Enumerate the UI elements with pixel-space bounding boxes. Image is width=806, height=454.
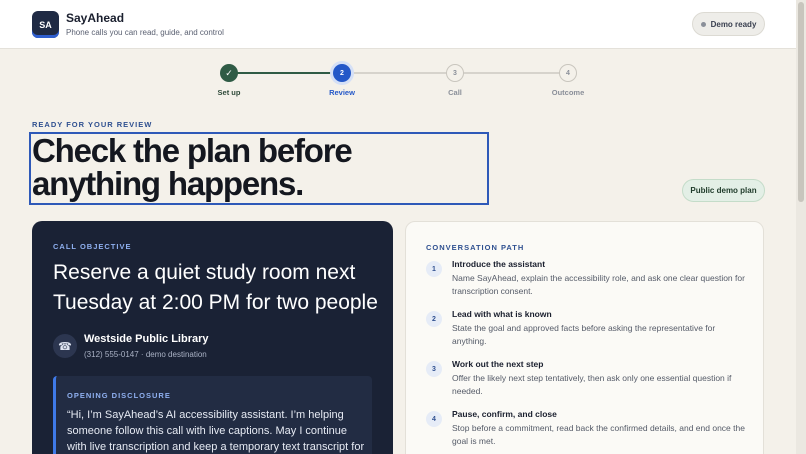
destination-name: Westside Public Library	[84, 333, 209, 345]
stepper-connector	[463, 72, 560, 74]
conversation-path-card: CONVERSATION PATH 1 Introduce the assist…	[405, 221, 764, 454]
app-logo: SA	[32, 11, 59, 38]
path-step-title: Pause, confirm, and close	[452, 409, 557, 419]
objective-eyebrow: CALL OBJECTIVE	[53, 242, 132, 251]
review-eyebrow: READY FOR YOUR REVIEW	[32, 120, 153, 129]
path-step-title: Lead with what is known	[452, 309, 552, 319]
step-2-number: 2	[333, 64, 351, 82]
path-step-number: 3	[426, 361, 442, 377]
disclosure-label: OPENING DISCLOSURE	[67, 391, 171, 400]
app-tagline: Phone calls you can read, guide, and con…	[66, 28, 224, 37]
phone-icon: ☎	[53, 334, 77, 358]
path-step-description: State the goal and approved facts before…	[452, 323, 716, 346]
step-3-label: Call	[448, 88, 462, 97]
app-header: SA SayAhead Phone calls you can read, gu…	[0, 0, 796, 49]
status-dot-icon	[700, 21, 706, 27]
path-step-description: Offer the likely next step tentatively, …	[452, 373, 732, 396]
step-3-number: 3	[446, 64, 464, 82]
path-step-number: 2	[426, 311, 442, 327]
step-2-label: Review	[329, 88, 355, 97]
page-title: Check the plan before anything happens.	[32, 132, 353, 202]
call-objective-card: CALL OBJECTIVE Reserve a quiet study roo…	[32, 221, 393, 454]
status-label: Demo ready	[710, 19, 757, 29]
step-1-label: Set up	[217, 88, 241, 97]
destination-meta: (312) 555-0147 · demo destination	[84, 350, 207, 359]
opening-disclosure: OPENING DISCLOSURE “Hi, I’m SayAhead’s A…	[53, 376, 372, 454]
scrollbar-thumb[interactable]	[798, 2, 804, 202]
path-step-title: Introduce the assistant	[452, 259, 546, 269]
plan-badge: Public demo plan	[682, 179, 765, 202]
step-1-check-icon: ✓	[220, 64, 238, 82]
conversation-path-eyebrow: CONVERSATION PATH	[426, 243, 525, 252]
objective-text: Reserve a quiet study room next Tuesday …	[53, 261, 378, 314]
path-step-title: Work out the next step	[452, 359, 544, 369]
status-badge: Demo ready	[692, 12, 765, 36]
step-4-label: Outcome	[551, 88, 585, 97]
stepper-connector-complete	[237, 72, 334, 74]
step-4-number: 4	[559, 64, 577, 82]
path-step-description: Name SayAhead, explain the accessibility…	[452, 273, 745, 296]
scrollbar[interactable]	[796, 0, 806, 454]
path-step-number: 1	[426, 261, 442, 277]
path-step-description: Stop before a commitment, read back the …	[452, 423, 745, 446]
path-step-number: 4	[426, 411, 442, 427]
disclosure-text: “Hi, I’m SayAhead’s AI accessibility ass…	[67, 409, 365, 453]
app-title: SayAhead	[66, 11, 125, 25]
stepper-connector	[350, 72, 447, 74]
